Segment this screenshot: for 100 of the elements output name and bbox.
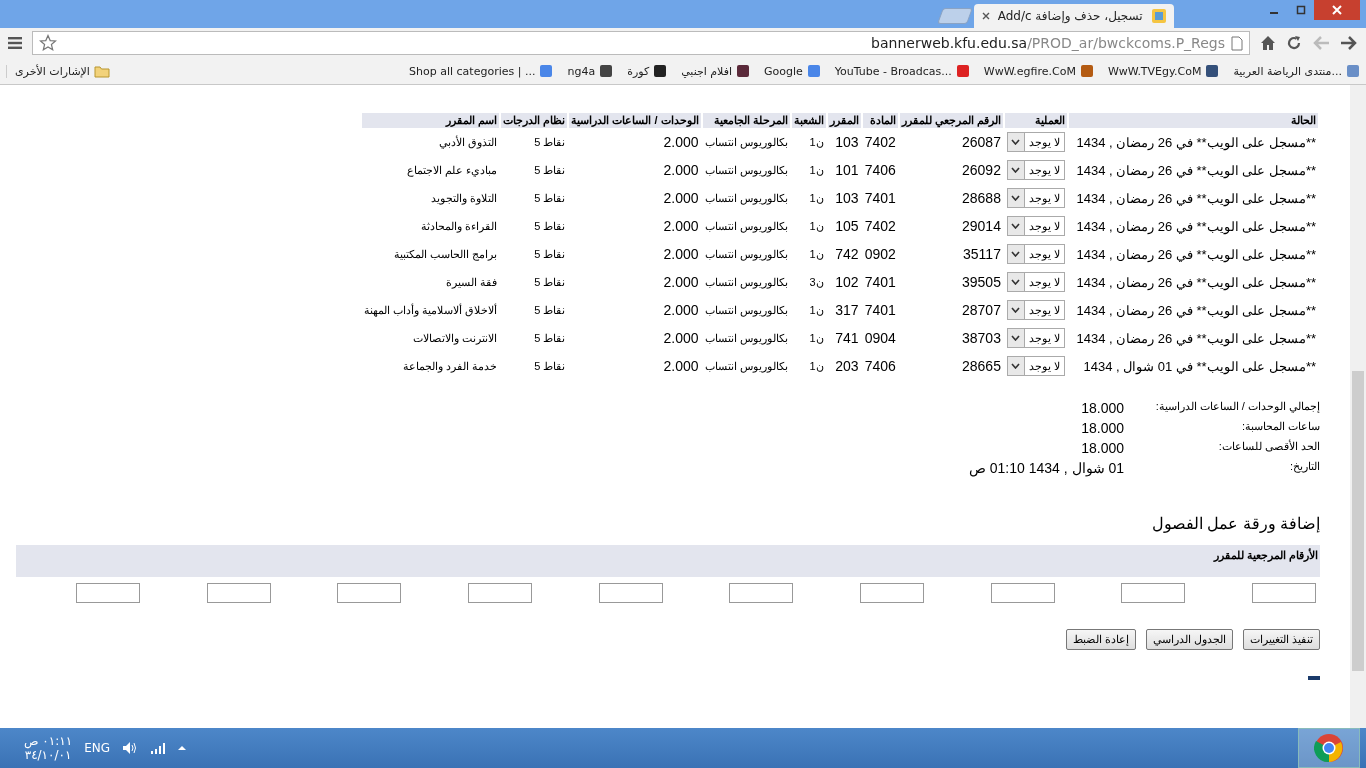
other-bookmarks-link[interactable]: الإشارات الأخرى (6, 64, 110, 78)
action-dropdown[interactable]: لا يوجد (1006, 216, 1065, 236)
bookmark-link[interactable]: WwW.egfire.CoM (983, 64, 1094, 78)
action-dropdown[interactable]: لا يوجد (1006, 328, 1065, 348)
summary-value: 18.000 (1081, 440, 1124, 456)
table-cell-text: 2.000 (662, 357, 700, 376)
bookmark-link[interactable]: YouTube - Broadcas... (834, 64, 970, 78)
table-cell-text: **مسجل على الويب** في 26 رمضان , 1434 (1075, 329, 1317, 349)
input-field[interactable] (468, 583, 533, 603)
taskbar-app-button[interactable] (1298, 728, 1360, 768)
table-header: الأرقام المرجعية للمقرر (16, 545, 1320, 577)
table-cell-text: 0902 (863, 245, 897, 264)
forward-arrow-icon[interactable] (1340, 35, 1358, 51)
table-cell-text: **مسجل على الويب** في 26 رمضان , 1434 (1075, 133, 1317, 153)
page-icon (1150, 8, 1166, 24)
input-field[interactable] (337, 583, 402, 603)
table-cell-text: 38703 (961, 329, 1002, 348)
form-button[interactable]: الجدول الدراسي (1145, 629, 1233, 650)
table-cell-text: بكالوريوس انتساب (703, 358, 789, 375)
bookmark-icon (955, 64, 970, 78)
bookmark-icon (1346, 64, 1360, 78)
table-cell-text: بكالوريوس انتساب (703, 330, 789, 347)
input-field[interactable] (990, 583, 1055, 603)
bookmark-link[interactable]: WwW.TVEgy.CoM (1107, 64, 1220, 78)
table-cell-text: 7401 (863, 301, 897, 320)
table-cell-text: 7401 (863, 189, 897, 208)
new-tab-button[interactable] (937, 8, 973, 24)
action-dropdown[interactable]: لا يوجد (1006, 272, 1065, 292)
table-cell-text: بكالوريوس انتساب (703, 302, 789, 319)
column-header: اسم المقرر (362, 113, 500, 128)
caret-icon (1011, 363, 1021, 369)
input-field[interactable] (598, 583, 663, 603)
bookmark-link[interactable]: افلام اجنبي (681, 64, 750, 78)
close-icon[interactable] (982, 12, 990, 20)
table-cell-text: خدمة الفرد والجماعة (402, 358, 499, 375)
star-icon[interactable] (39, 34, 57, 52)
input-field[interactable] (206, 583, 271, 603)
scrollbar[interactable] (1350, 85, 1366, 728)
action-dropdown[interactable]: لا يوجد (1006, 132, 1065, 152)
input-field[interactable] (1252, 583, 1316, 603)
table-cell-text: **مسجل على الويب** في 01 شوال , 1434 (1082, 357, 1317, 377)
table-cell-text: بكالوريوس انتساب (703, 162, 789, 179)
table-cell-text: **مسجل على الويب** في 26 رمضان , 1434 (1075, 189, 1317, 209)
minimize-icon (1269, 12, 1278, 14)
signal-icon[interactable] (150, 742, 166, 754)
bookmark-link[interactable]: كورة (627, 64, 668, 78)
table-cell-text: 28707 (961, 301, 1002, 320)
home-icon[interactable] (1260, 35, 1276, 51)
form-button[interactable]: إعادة الضبط (1065, 629, 1136, 650)
table-cell-text: التذوق الأدبي (438, 134, 499, 151)
bookmark-link[interactable]: ng4a (567, 64, 614, 78)
summary-value: 18.000 (1081, 400, 1124, 416)
table-cell-text: بكالوريوس انتساب (703, 134, 789, 151)
bookmark-icon (1205, 64, 1220, 78)
table-cell-text: 742 (834, 245, 860, 264)
table-cell-text: 2.000 (662, 329, 700, 348)
table-cell-text: نقاط 5 (533, 302, 567, 318)
summary-label: التاريخ: (1288, 460, 1320, 475)
close-button[interactable] (1314, 0, 1360, 20)
language-indicator[interactable]: ENG (84, 741, 110, 755)
browser-tab[interactable]: تسجيل، حذف وإضافة Add/c (974, 4, 1174, 28)
table-cell-text: 317 (834, 301, 860, 320)
table-cell-text: 2.000 (662, 161, 700, 180)
back-arrow-icon[interactable] (1312, 35, 1330, 51)
action-dropdown[interactable]: لا يوجد (1006, 300, 1065, 320)
speaker-icon[interactable] (122, 741, 138, 755)
table-cell-text: مباديء علم الاجتماع (406, 162, 499, 179)
caret-icon[interactable] (178, 745, 186, 751)
table-cell-text: بكالوريوس انتساب (703, 190, 789, 207)
action-dropdown[interactable]: لا يوجد (1006, 244, 1065, 264)
input-field[interactable] (729, 583, 794, 603)
input-field[interactable] (1121, 583, 1186, 603)
input-field[interactable] (860, 583, 925, 603)
input-field[interactable] (76, 583, 141, 603)
table-cell-text: 2.000 (662, 301, 700, 320)
table-cell-text: ن1 (808, 134, 825, 150)
clock[interactable]: ٠١:١١ ص ٣٤/١٠/٠١ (24, 734, 73, 762)
action-dropdown[interactable]: لا يوجد (1006, 356, 1065, 376)
column-header: المقرر (827, 113, 861, 128)
table-cell-text: ألاخلاق ألاسلامية وأداب المهنة (363, 302, 499, 319)
bookmark-link[interactable]: منتدى الرياضة العربية... (1233, 64, 1360, 78)
browser-logo-icon (1314, 733, 1344, 763)
action-dropdown[interactable]: لا يوجد (1006, 160, 1065, 180)
table-cell-text: القراءة والمحادثة (420, 218, 499, 235)
summary-value: 01 شوال , 1434 01:10 ص (968, 460, 1124, 476)
menu-icon[interactable] (8, 37, 22, 49)
table-cell-text: **مسجل على الويب** في 26 رمضان , 1434 (1075, 217, 1317, 237)
document-icon (1231, 35, 1243, 51)
column-header: نظام الدرجات (501, 113, 568, 128)
address-bar[interactable]: bannerweb.kfu.edu.sa/PROD_ar/bwckcoms.P_Regs (32, 31, 1250, 55)
column-header: الوحدات / الساعات الدراسية (569, 113, 701, 128)
folder-icon (93, 64, 110, 78)
bookmark-link[interactable]: Shop all categories | ... (409, 64, 554, 78)
reload-icon[interactable] (1286, 35, 1302, 51)
bookmark-link[interactable]: Google (764, 64, 821, 78)
action-dropdown[interactable]: لا يوجد (1006, 188, 1065, 208)
table-cell-text: ن1 (808, 358, 825, 374)
table-cell-text: التلاوة والتجويد (430, 190, 499, 207)
caret-icon (1011, 279, 1021, 285)
form-button[interactable]: تنفيذ التغييرات (1242, 629, 1320, 650)
